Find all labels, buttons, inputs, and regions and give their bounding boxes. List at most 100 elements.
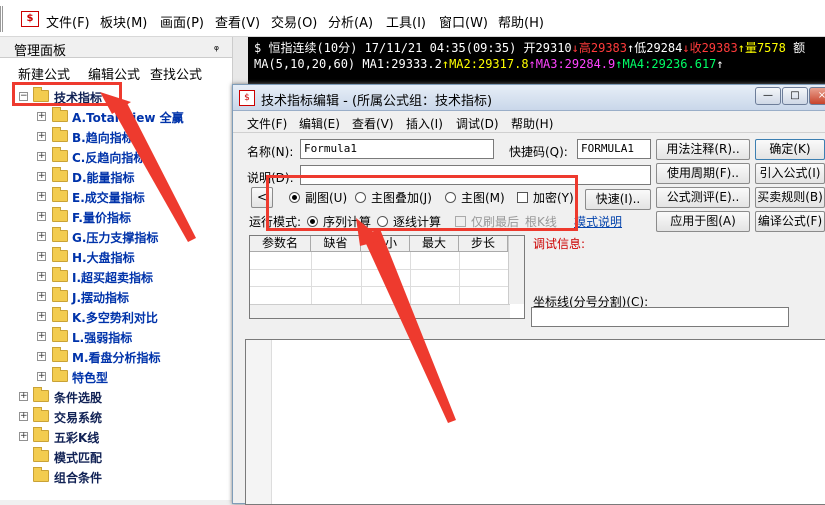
col-header-step: 步长 <box>459 236 508 252</box>
dlg-menu-edit[interactable]: 编辑(E) <box>299 115 340 132</box>
tree-item[interactable]: + I.超买超卖指标 <box>0 267 232 286</box>
folder-icon <box>33 387 49 402</box>
tree-node-label: 条件选股 <box>54 391 103 405</box>
tree-item[interactable]: + K.多空势利对比 <box>0 307 232 326</box>
panel-title-bar: 管理面板 ᵩ × <box>0 37 248 59</box>
tree-node[interactable]: 组合条件 <box>0 467 200 486</box>
expand-icon[interactable]: + <box>37 172 46 181</box>
dlg-menu-file[interactable]: 文件(F) <box>247 115 287 132</box>
dlg-menu-help[interactable]: 帮助(H) <box>511 115 553 132</box>
menu-analysis[interactable]: 分析(A) <box>328 12 373 31</box>
dialog-title-bar[interactable]: $ 技术指标编辑 - (所属公式组：技术指标) — □ × <box>233 85 825 111</box>
tree-item[interactable]: + G.压力支撑指标 <box>0 227 232 246</box>
mode-help-link[interactable]: 模式说明 <box>574 213 622 230</box>
parameter-table[interactable]: 参数名 缺省 最小 最大 步长 <box>249 235 525 319</box>
edit-formula-button[interactable]: 编辑公式 <box>88 64 140 83</box>
menu-window[interactable]: 窗口(W) <box>439 12 488 31</box>
pin-icon[interactable]: ᵩ <box>214 39 219 53</box>
name-input[interactable]: Formula1 <box>300 139 494 159</box>
confirm-button[interactable]: 确定(K) <box>755 139 825 160</box>
expand-icon[interactable]: + <box>37 212 46 221</box>
folder-icon <box>52 207 68 222</box>
expand-icon[interactable]: + <box>37 152 46 161</box>
table-hscroll[interactable] <box>250 304 510 318</box>
usage-notes-button[interactable]: 用法注释(R).. <box>656 139 750 160</box>
tree-item[interactable]: + A.Total View 全赢 <box>0 107 232 126</box>
panel-title: 管理面板 <box>14 44 67 59</box>
quote-line-2: MA(5,10,20,60) MA1:29333.2↑MA2:29317.8↑M… <box>254 57 724 71</box>
compile-formula-button[interactable]: 编译公式(F) <box>755 211 825 232</box>
hotkey-input[interactable]: FORMULA1 <box>577 139 651 159</box>
close-icon[interactable]: × <box>809 87 825 105</box>
tree-item-label: C.反趋向指标 <box>72 151 146 165</box>
tree-node[interactable]: 模式匹配 <box>0 447 200 466</box>
menu-trade[interactable]: 交易(O) <box>271 12 317 31</box>
folder-icon <box>52 227 68 242</box>
expand-icon[interactable]: + <box>19 392 28 401</box>
tree-item[interactable]: + B.趋向指标 <box>0 127 232 146</box>
maximize-icon[interactable]: □ <box>782 87 808 105</box>
trade-rules-button[interactable]: 买卖规则(B) <box>755 187 825 208</box>
tree-node[interactable]: + 交易系统 <box>0 407 200 426</box>
expand-icon[interactable]: + <box>37 192 46 201</box>
menu-tools[interactable]: 工具(I) <box>386 12 426 31</box>
quote-line1-segment: ↓收29383 <box>682 41 738 55</box>
expand-icon[interactable]: + <box>37 272 46 281</box>
highlight-box-tree-root <box>12 82 122 106</box>
dlg-menu-insert[interactable]: 插入(I) <box>406 115 443 132</box>
folder-icon <box>52 187 68 202</box>
folder-icon <box>33 467 49 482</box>
tree-item[interactable]: + E.成交量指标 <box>0 187 232 206</box>
formula-code-editor[interactable] <box>245 339 825 505</box>
use-period-button[interactable]: 使用周期(F).. <box>656 163 750 184</box>
folder-icon <box>33 427 49 442</box>
tree-node[interactable]: + 五彩K线 <box>0 427 200 446</box>
new-formula-button[interactable]: 新建公式 <box>18 64 70 83</box>
quote-line1-segment: $ 恒指连续(10分) 17/11/21 04:35(09:35) 开29310 <box>254 41 572 55</box>
expand-icon[interactable]: + <box>37 332 46 341</box>
tree-item[interactable]: + H.大盘指标 <box>0 247 232 266</box>
expand-icon[interactable]: + <box>37 312 46 321</box>
folder-icon <box>33 447 49 462</box>
expand-icon[interactable]: + <box>37 292 46 301</box>
col-header-default: 缺省 <box>311 236 361 252</box>
menu-help[interactable]: 帮助(H) <box>498 12 544 31</box>
menu-sector[interactable]: 板块(M) <box>100 12 147 31</box>
tree-item[interactable]: + C.反趋向指标 <box>0 147 232 166</box>
folder-icon <box>52 167 68 182</box>
menu-screen[interactable]: 画面(P) <box>160 12 204 31</box>
folder-icon <box>52 327 68 342</box>
import-formula-button[interactable]: 引入公式(I) <box>755 163 825 184</box>
tree-item[interactable]: + M.看盘分析指标 <box>0 347 232 366</box>
table-vscroll[interactable] <box>508 236 524 304</box>
expand-icon[interactable]: + <box>37 372 46 381</box>
expand-icon[interactable]: + <box>37 352 46 361</box>
tree-item-label: L.强弱指标 <box>72 331 133 345</box>
tree-item[interactable]: + L.强弱指标 <box>0 327 232 346</box>
dlg-menu-view[interactable]: 查看(V) <box>352 115 394 132</box>
tree-item[interactable]: + J.摆动指标 <box>0 287 232 306</box>
app-logo-icon[interactable]: $ <box>21 11 39 27</box>
tree-item[interactable]: + D.能量指标 <box>0 167 232 186</box>
expand-icon[interactable]: + <box>37 132 46 141</box>
menu-view[interactable]: 查看(V) <box>215 12 260 31</box>
axis-line-input[interactable] <box>531 307 789 327</box>
expand-icon[interactable]: + <box>37 252 46 261</box>
expand-icon[interactable]: + <box>19 432 28 441</box>
quote-line2-segment: MA(5,10,20,60) MA1:29333.2 <box>254 57 442 71</box>
find-formula-button[interactable]: 查找公式 <box>150 64 202 83</box>
hotkey-label: 快捷码(Q): <box>509 145 568 159</box>
dlg-menu-debug[interactable]: 调试(D) <box>456 115 499 132</box>
expand-icon[interactable]: + <box>37 112 46 121</box>
tree-node[interactable]: + 条件选股 <box>0 387 200 406</box>
minimize-icon[interactable]: — <box>755 87 781 105</box>
expand-icon[interactable]: + <box>19 412 28 421</box>
fast-button[interactable]: 快速(I).. <box>585 189 651 210</box>
menu-file[interactable]: 文件(F) <box>46 12 90 31</box>
apply-to-chart-button[interactable]: 应用于图(A) <box>656 211 750 232</box>
tree-item[interactable]: + 特色型 <box>0 367 232 386</box>
formula-test-button[interactable]: 公式测评(E).. <box>656 187 750 208</box>
tree-item-label: 特色型 <box>72 371 109 385</box>
expand-icon[interactable]: + <box>37 232 46 241</box>
tree-item[interactable]: + F.量价指标 <box>0 207 232 226</box>
